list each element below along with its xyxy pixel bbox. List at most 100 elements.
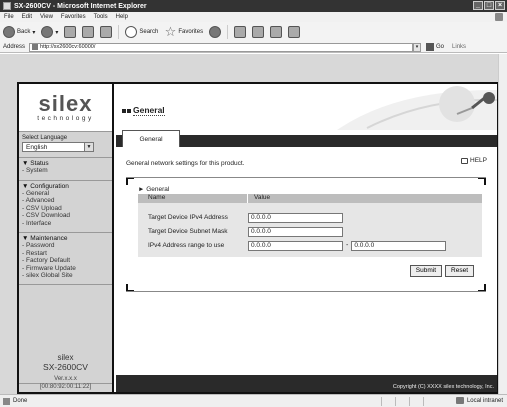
status-bar: Done Local intranet <box>0 394 507 407</box>
history-icon[interactable] <box>209 26 222 38</box>
links-button[interactable]: Links <box>452 44 466 50</box>
content-area: General network settings for this produc… <box>116 147 497 375</box>
windows-flag-icon <box>495 13 503 21</box>
back-label: Back <box>17 29 31 35</box>
config-frame: silex technology Select Language English… <box>17 82 499 394</box>
page-footer: Copyright (C) XXXX silex technology, Inc… <box>116 375 497 392</box>
star-icon: ☆ <box>164 24 177 39</box>
logo-wordmark: silex <box>38 91 93 116</box>
print-icon[interactable] <box>252 26 265 38</box>
ipv4-address-input[interactable]: 0.0.0.0 <box>248 212 343 223</box>
language-select[interactable]: English ▼ <box>22 142 94 152</box>
back-dropdown-icon[interactable]: ▾ <box>32 29 35 36</box>
search-label: Search <box>139 29 159 35</box>
help-label: HELP <box>470 157 487 164</box>
stop-icon[interactable] <box>64 26 77 38</box>
menu-help[interactable]: Help <box>116 14 128 20</box>
menu-tools[interactable]: Tools <box>94 14 108 20</box>
nav-heading-configuration[interactable]: ▼ Configuration <box>22 183 109 190</box>
search-button[interactable]: Search <box>125 24 158 40</box>
go-arrow-icon <box>426 43 435 51</box>
browser-toolbar: Back ▾ ▾ Search ☆ Favorites <box>0 22 507 42</box>
reset-button[interactable]: Reset <box>445 265 474 277</box>
help-book-icon <box>461 157 469 164</box>
help-link[interactable]: HELP <box>461 157 487 164</box>
device-brand: silex <box>57 353 74 362</box>
nav-item-advanced[interactable]: - Advanced <box>22 197 109 205</box>
device-model: SX-2600CV <box>43 362 88 372</box>
ie-app-icon <box>3 2 11 10</box>
address-bar: Address http://sx2600cv:60000/ ▾ Go Link… <box>0 42 507 53</box>
forward-dropdown-icon[interactable]: ▾ <box>55 29 58 36</box>
page-title-text: General <box>133 105 165 116</box>
edit-icon[interactable] <box>270 26 283 38</box>
field-label-address-range: IPv4 Address range to use <box>148 242 225 249</box>
back-button[interactable]: Back ▾ <box>3 24 35 40</box>
status-cell <box>423 397 437 406</box>
range-separator: - <box>346 242 349 249</box>
nav-item-csv-download[interactable]: - CSV Download <box>22 212 109 220</box>
panel-border-top <box>126 177 486 178</box>
tab-bar: General <box>116 130 497 147</box>
close-button[interactable]: × <box>495 1 505 10</box>
minimize-button[interactable]: _ <box>473 1 483 10</box>
menu-edit[interactable]: Edit <box>22 14 32 20</box>
go-button[interactable]: Go <box>426 43 444 51</box>
panel-corner <box>126 177 134 185</box>
menu-file[interactable]: File <box>4 14 14 20</box>
nav-heading-maintenance[interactable]: ▼ Maintenance <box>22 235 109 242</box>
address-range-end-input[interactable]: 0.0.0.0 <box>351 240 447 251</box>
page-title: General <box>122 105 165 116</box>
column-header-name: Name <box>138 194 248 203</box>
forward-arrow-icon <box>41 26 54 38</box>
nav-heading-status[interactable]: ▼ Status <box>22 160 109 167</box>
menu-favorites[interactable]: Favorites <box>61 14 86 20</box>
window-titlebar: SX-2600CV - Microsoft Internet Explorer … <box>0 0 507 12</box>
submit-button[interactable]: Submit <box>409 265 443 277</box>
window-title: SX-2600CV - Microsoft Internet Explorer <box>14 2 147 10</box>
panel-border-bottom <box>126 291 486 292</box>
tab-general[interactable]: General <box>122 130 180 147</box>
refresh-icon[interactable] <box>82 26 95 38</box>
title-bullet-icon <box>122 108 126 113</box>
maximize-button[interactable]: □ <box>484 1 494 10</box>
page-header: General <box>116 84 497 130</box>
messenger-icon[interactable] <box>288 26 301 38</box>
intranet-icon <box>455 397 464 404</box>
table-row: Target Device Subnet Mask 0.0.0.0 <box>138 226 482 237</box>
subnet-mask-input[interactable]: 0.0.0.0 <box>248 226 343 237</box>
address-dropdown-icon[interactable]: ▾ <box>413 42 422 52</box>
mac-address: [00:80:92:00:11:22] <box>19 383 112 392</box>
address-input[interactable]: http://sx2600cv:60000/ <box>29 42 414 52</box>
page-description: General network settings for this produc… <box>126 160 245 167</box>
favorites-button[interactable]: ☆ Favorites <box>164 24 204 40</box>
silex-logo: silex technology <box>19 84 112 132</box>
status-cells <box>381 397 437 406</box>
nav-item-factory-default[interactable]: - Factory Default <box>22 257 109 265</box>
field-label-subnet-mask: Target Device Subnet Mask <box>148 228 228 235</box>
go-label: Go <box>436 44 445 50</box>
mail-icon[interactable] <box>234 26 247 38</box>
address-range-start-input[interactable]: 0.0.0.0 <box>248 240 343 251</box>
menu-view[interactable]: View <box>40 14 53 20</box>
nav-item-csv-upload[interactable]: - CSV Upload <box>22 205 109 213</box>
status-text: Done <box>13 398 28 404</box>
nav-item-restart[interactable]: - Restart <box>22 250 109 258</box>
firmware-version: Ver.x.x.x <box>54 376 77 382</box>
nav-item-password[interactable]: - Password <box>22 242 109 250</box>
settings-panel: ► General Name Value Target Device IPv4 … <box>126 177 486 292</box>
toolbar-separator <box>118 25 120 39</box>
vertical-scrollbar[interactable] <box>498 54 507 394</box>
forward-button[interactable]: ▾ <box>41 24 58 40</box>
nav-item-general[interactable]: - General <box>22 190 109 198</box>
nav-item-system[interactable]: - System <box>22 167 109 175</box>
nav-item-firmware-update[interactable]: - Firmware Update <box>22 265 109 273</box>
column-header-value: Value <box>254 194 271 201</box>
header-decoration-graphic <box>337 86 497 130</box>
form-buttons: Submit Reset <box>409 265 474 277</box>
panel-corner <box>478 177 486 185</box>
home-icon[interactable] <box>100 26 113 38</box>
nav-item-global-site[interactable]: - silex Global Site <box>22 272 109 280</box>
nav-item-interface[interactable]: - Interface <box>22 220 109 228</box>
back-arrow-icon <box>3 26 15 38</box>
